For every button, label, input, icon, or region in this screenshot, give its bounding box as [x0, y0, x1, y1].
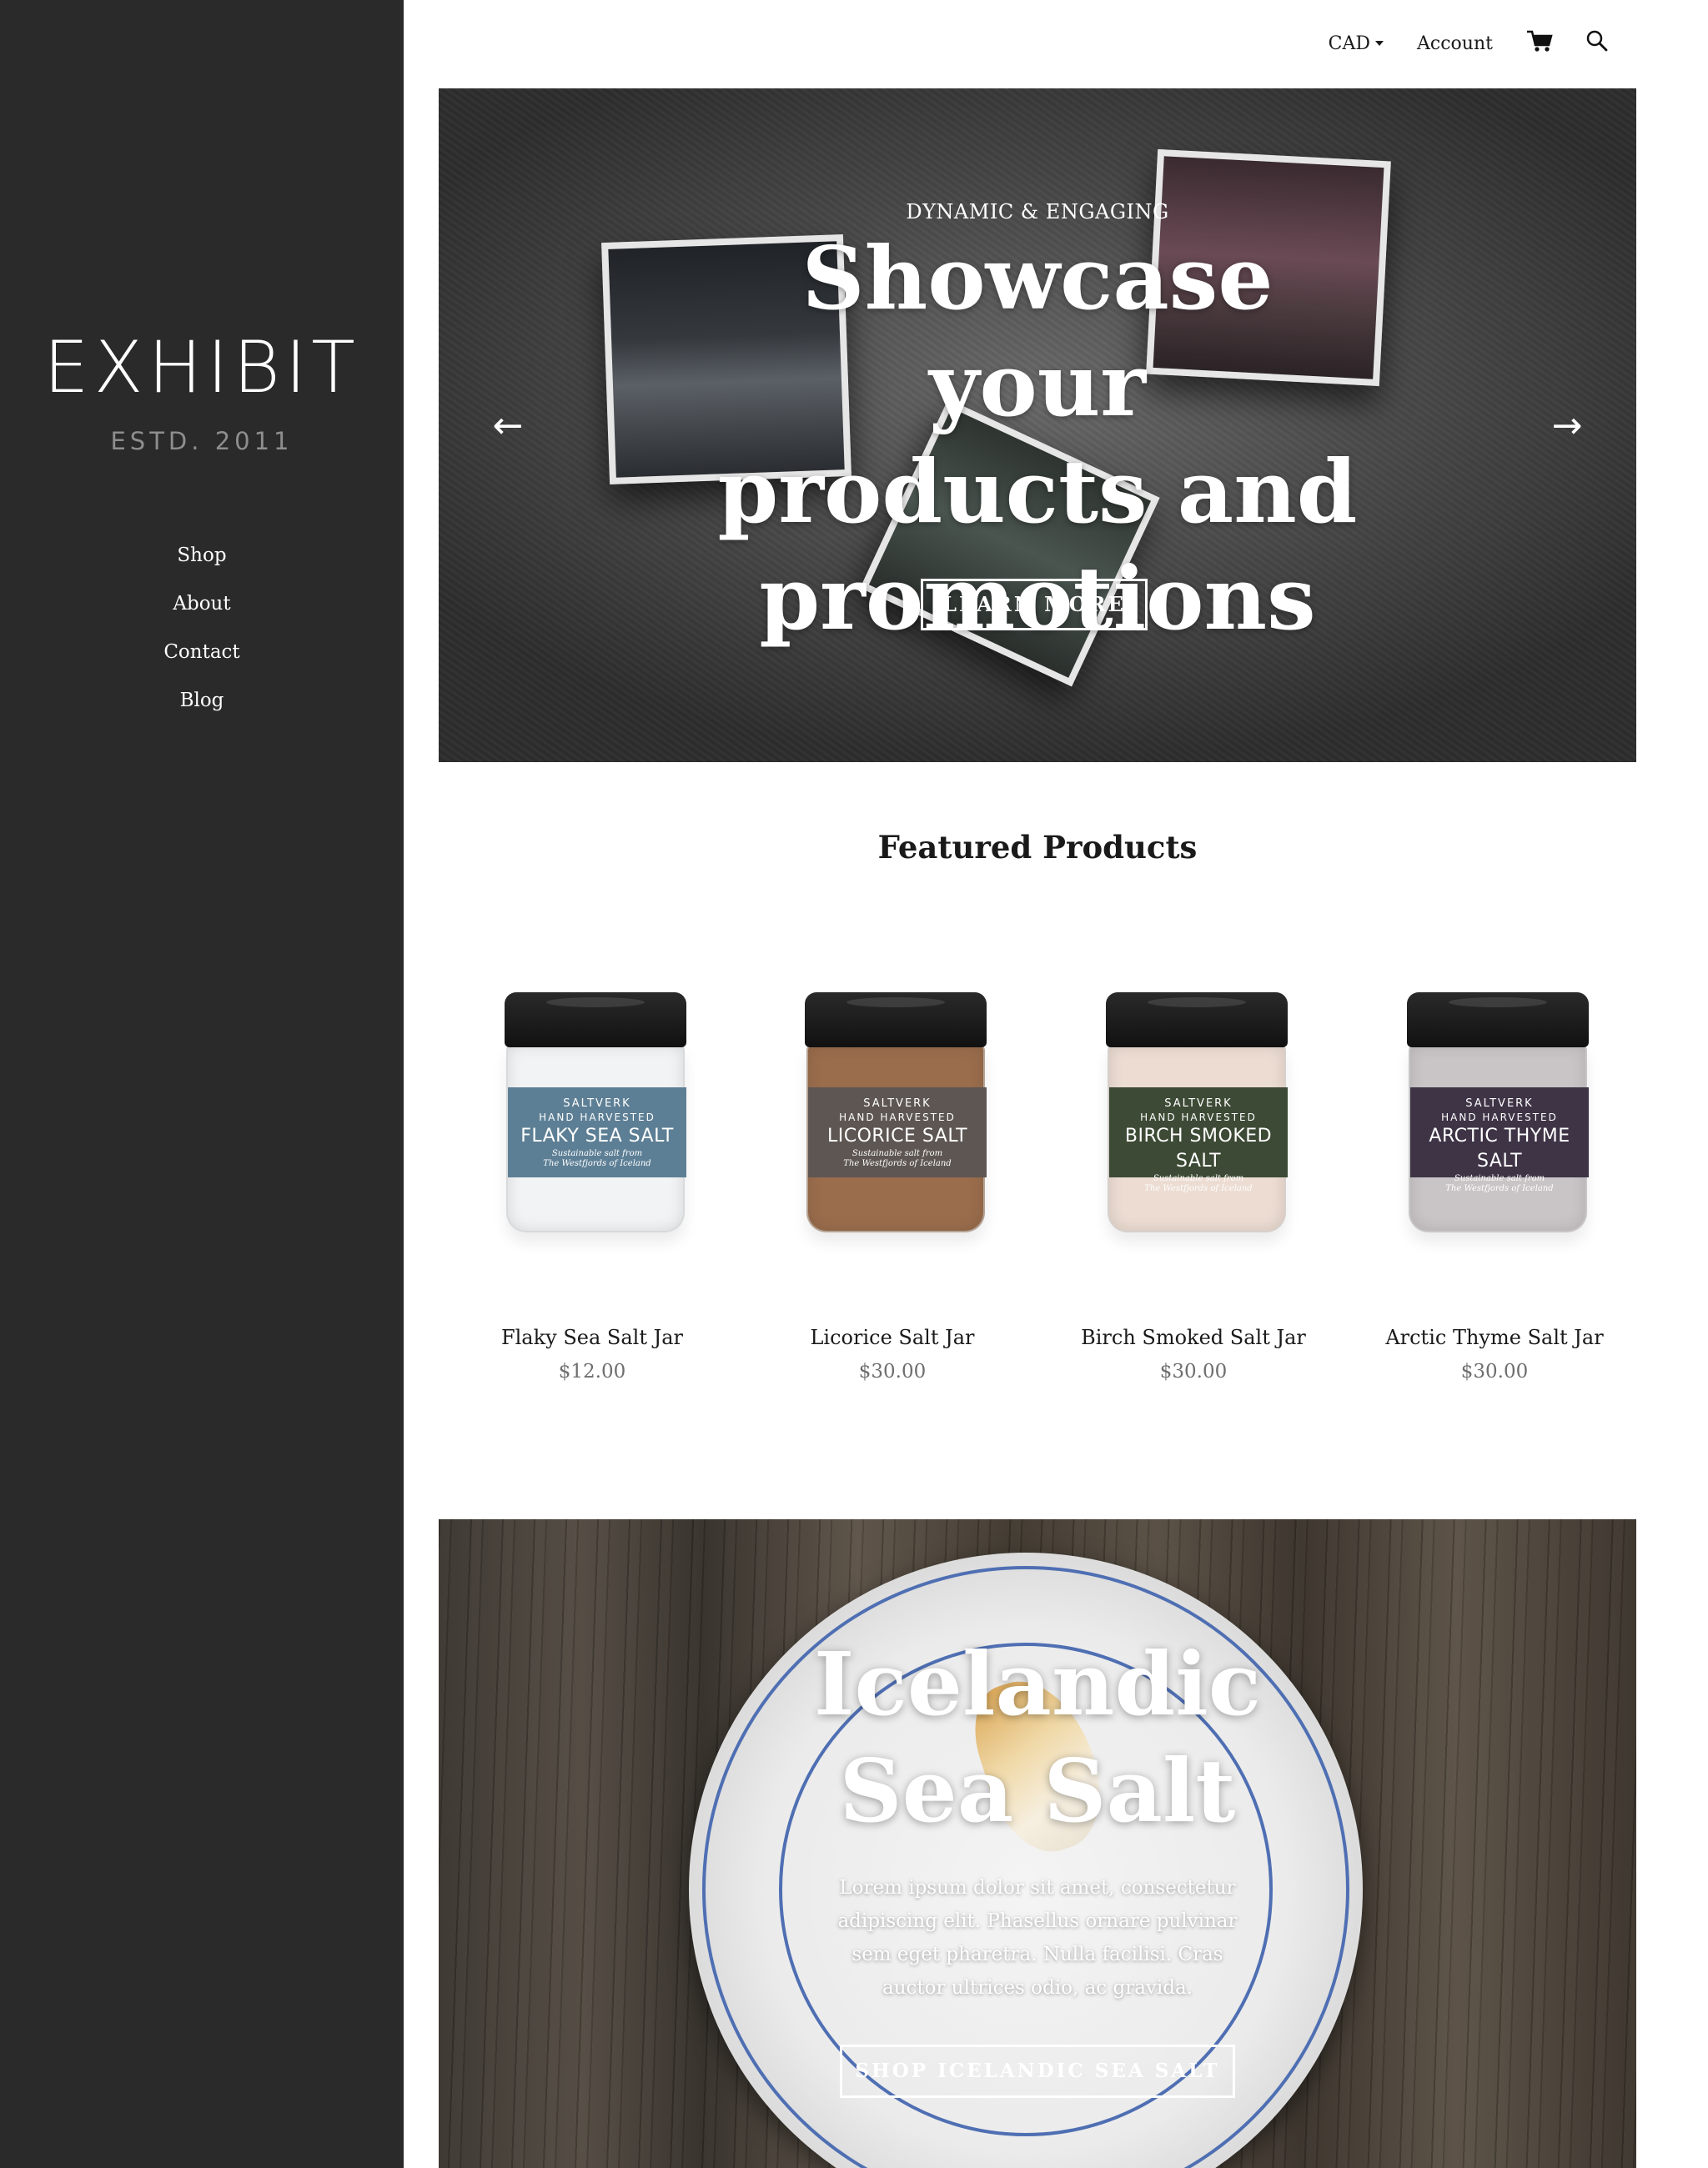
jar-label-name: ARCTIC THYME SALT — [1429, 1126, 1570, 1172]
product-card[interactable]: SALTVERK HAND HARVESTED FLAKY SEA SALT Sust… — [467, 951, 717, 1401]
arrow-right-icon[interactable]: → — [1546, 405, 1588, 447]
account-link[interactable]: Account — [1417, 33, 1493, 54]
learn-more-button[interactable]: LEARN MORE — [921, 579, 1148, 630]
product-price: $30.00 — [858, 1361, 927, 1383]
jar-body: SALTVERK HAND HARVESTED FLAKY SEA SALT Sust… — [506, 1044, 686, 1232]
jar-label: SALTVERK HAND HARVESTED LICORICE SALT Susta… — [808, 1087, 987, 1177]
jar-label-name: BIRCH SMOKED SALT — [1124, 1126, 1273, 1172]
jar-label-tagline: Sustainable salt from — [551, 1149, 643, 1158]
jar-label-name: FLAKY SEA SALT — [520, 1126, 674, 1147]
top-bar: CAD Account — [1295, 27, 1608, 60]
jar-lid-top — [546, 997, 645, 1007]
jar-label-subtitle: HAND HARVESTED — [1441, 1112, 1558, 1123]
currency-label: CAD — [1328, 33, 1371, 54]
product-grid: SALTVERK HAND HARVESTED FLAKY SEA SALT Sust… — [439, 951, 1636, 1401]
jar-lid — [1407, 992, 1589, 1047]
jar-lid — [505, 992, 686, 1047]
jar-label-tagline: The Westfjords of Iceland — [843, 1159, 952, 1168]
jar-label: SALTVERK HAND HARVESTED FLAKY SEA SALT Sust… — [508, 1087, 686, 1177]
product-image[interactable]: SALTVERK HAND HARVESTED LICORICE SALT Susta… — [805, 992, 987, 1234]
jar-label-brand: SALTVERK — [1465, 1097, 1534, 1110]
product-image[interactable]: SALTVERK HAND HARVESTED FLAKY SEA SALT Sust… — [505, 992, 686, 1234]
jar-body: SALTVERK HAND HARVESTED BIRCH SMOKED SALT S… — [1108, 1044, 1288, 1232]
arrow-left-icon[interactable]: ← — [487, 405, 529, 447]
jar-label-tagline: The Westfjords of Iceland — [1445, 1184, 1554, 1193]
product-card[interactable]: SALTVERK HAND HARVESTED BIRCH SMOKED SALT S… — [1068, 951, 1319, 1401]
jar-lid-top — [1148, 997, 1246, 1007]
hero-content: DYNAMIC & ENGAGING Showcase your product… — [439, 88, 1636, 762]
product-card[interactable]: SALTVERK HAND HARVESTED LICORICE SALT Susta… — [767, 951, 1017, 1401]
jar-label: SALTVERK HAND HARVESTED BIRCH SMOKED SALT S… — [1109, 1087, 1288, 1193]
product-name[interactable]: Birch Smoked Salt Jar — [1068, 1326, 1319, 1349]
search-button[interactable] — [1586, 30, 1608, 57]
sidebar-item-label[interactable]: Shop — [177, 545, 226, 566]
jar-lid — [805, 992, 987, 1047]
product-price: $12.00 — [558, 1361, 626, 1383]
sidebar-item-shop[interactable]: Shop — [0, 539, 404, 587]
jar-label-tagline: The Westfjords of Iceland — [543, 1159, 651, 1168]
jar-label-tagline: Sustainable salt from — [851, 1149, 943, 1158]
banner-text: Lorem ipsum dolor sit amet, consectetur … — [837, 1877, 1238, 1999]
site-logo[interactable]: EXHIBIT — [0, 332, 404, 404]
sidebar-item-label[interactable]: Blog — [180, 690, 224, 711]
logo-tagline: ESTD. 2011 — [110, 427, 294, 455]
hero-slideshow: DYNAMIC & ENGAGING Showcase your product… — [439, 88, 1636, 762]
search-icon — [1586, 30, 1608, 57]
sidebar-item-blog[interactable]: Blog — [0, 684, 404, 732]
jar-label-brand: SALTVERK — [563, 1097, 631, 1110]
jar-body: SALTVERK HAND HARVESTED LICORICE SALT Susta… — [806, 1044, 987, 1232]
product-card[interactable]: SALTVERK HAND HARVESTED ARCTIC THYME SALT S… — [1369, 951, 1620, 1401]
product-name[interactable]: Licorice Salt Jar — [767, 1326, 1017, 1349]
product-name[interactable]: Arctic Thyme Salt Jar — [1369, 1326, 1620, 1349]
hero-eyebrow: DYNAMIC & ENGAGING — [906, 200, 1169, 223]
jar-lid-top — [1449, 997, 1547, 1007]
product-price: $30.00 — [1159, 1361, 1228, 1383]
product-name[interactable]: Flaky Sea Salt Jar — [467, 1326, 717, 1349]
sidebar-item-label[interactable]: About — [173, 593, 230, 615]
product-image[interactable]: SALTVERK HAND HARVESTED BIRCH SMOKED SALT S… — [1106, 992, 1288, 1234]
jar-label-subtitle: HAND HARVESTED — [839, 1112, 956, 1123]
jar-label-tagline: Sustainable salt from — [1153, 1174, 1244, 1183]
chevron-down-icon — [1375, 41, 1384, 46]
jar-lid-top — [846, 997, 945, 1007]
cart-icon — [1526, 29, 1553, 58]
jar-label-subtitle: HAND HARVESTED — [1140, 1112, 1257, 1123]
jar-label-brand: SALTVERK — [1164, 1097, 1233, 1110]
sidebar-item-contact[interactable]: Contact — [0, 635, 404, 684]
jar-label-name: LICORICE SALT — [826, 1126, 968, 1147]
jar-label: SALTVERK HAND HARVESTED ARCTIC THYME SALT S… — [1410, 1087, 1589, 1193]
promo-banner: Icelandic Sea Salt Lorem ipsum dolor sit… — [439, 1519, 1636, 2168]
jar-label-tagline: The Westfjords of Iceland — [1144, 1184, 1253, 1193]
product-price: $30.00 — [1460, 1361, 1529, 1383]
jar-body: SALTVERK HAND HARVESTED ARCTIC THYME SALT S… — [1409, 1044, 1589, 1232]
sidebar-item-label[interactable]: Contact — [163, 641, 239, 663]
jar-label-brand: SALTVERK — [863, 1097, 932, 1110]
featured-products-title: Featured Products — [877, 829, 1198, 866]
product-image[interactable]: SALTVERK HAND HARVESTED ARCTIC THYME SALT S… — [1407, 992, 1589, 1234]
jar-label-subtitle: HAND HARVESTED — [539, 1112, 656, 1123]
cart-button[interactable] — [1526, 29, 1553, 58]
sidebar-nav: Shop About Contact Blog — [0, 539, 404, 732]
currency-select[interactable]: CAD — [1329, 33, 1384, 54]
jar-lid — [1106, 992, 1288, 1047]
sidebar-item-about[interactable]: About — [0, 587, 404, 635]
shop-sea-salt-button[interactable]: SHOP ICELANDIC SEA SALT — [840, 2045, 1235, 2098]
sidebar: EXHIBIT ESTD. 2011 Shop About Contact Bl… — [0, 0, 404, 2168]
jar-label-tagline: Sustainable salt from — [1454, 1174, 1545, 1183]
banner-title: Icelandic Sea Salt — [813, 1633, 1262, 1842]
banner-content: Icelandic Sea Salt Lorem ipsum dolor sit… — [439, 1519, 1636, 2168]
